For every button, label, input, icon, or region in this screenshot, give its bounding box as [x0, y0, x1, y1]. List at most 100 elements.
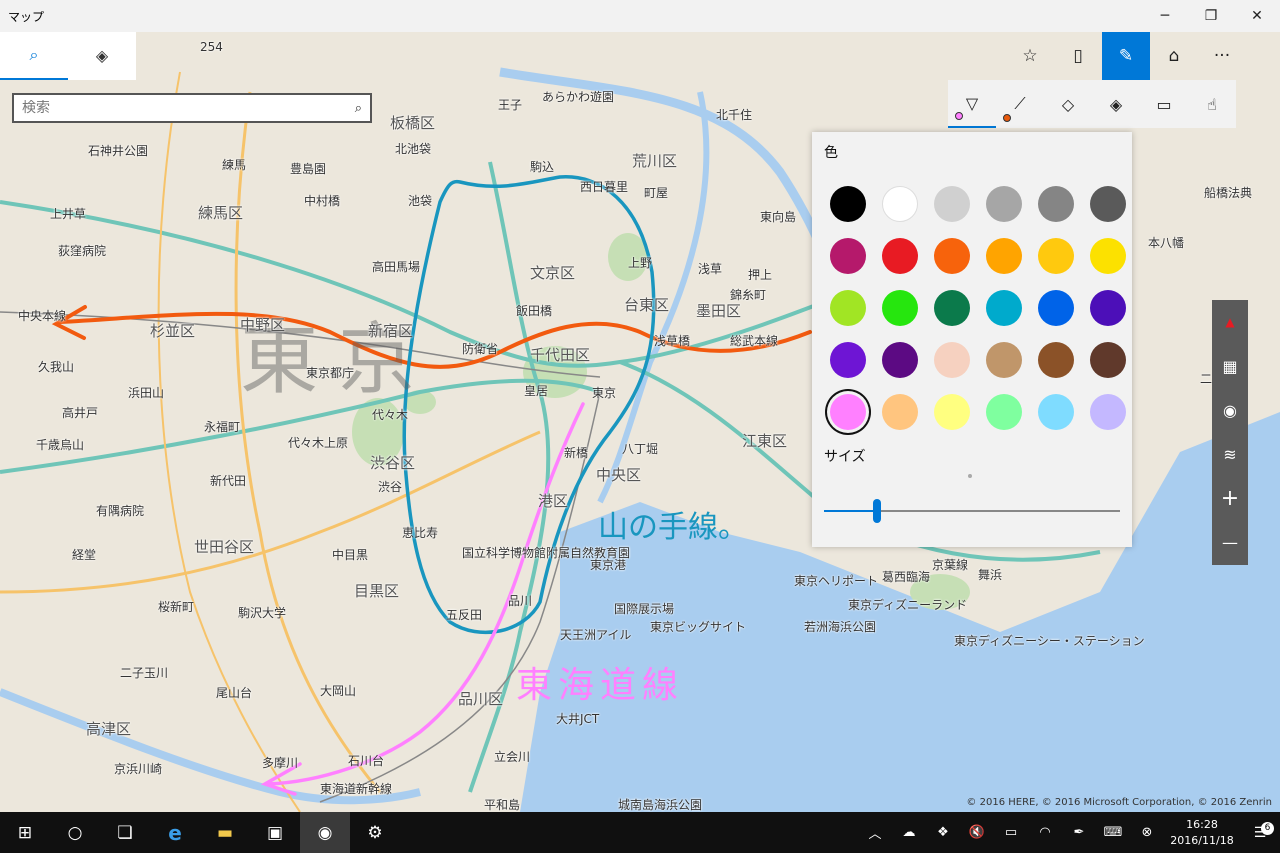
color-swatch[interactable]: [882, 394, 918, 430]
file-explorer-app[interactable]: ▬: [200, 812, 250, 853]
search-input[interactable]: [22, 100, 355, 116]
map-label: 東京: [592, 386, 617, 400]
color-swatch[interactable]: [934, 186, 970, 222]
volume-button[interactable]: 🔇: [960, 825, 994, 840]
size-preview-dot: [968, 474, 972, 478]
color-swatch[interactable]: [934, 394, 970, 430]
color-swatch[interactable]: [934, 290, 970, 326]
map-label: 上井草: [50, 207, 87, 221]
color-swatch[interactable]: [882, 238, 918, 274]
ballpoint-pen-button[interactable]: ▽: [948, 80, 996, 128]
start-button[interactable]: ⊞: [0, 812, 50, 853]
color-swatch[interactable]: [882, 290, 918, 326]
onedrive-button[interactable]: ☁: [892, 825, 926, 840]
3d-cities-button[interactable]: ⌂: [1150, 32, 1198, 80]
color-swatch[interactable]: [986, 342, 1022, 378]
line-color-dot: [1003, 114, 1011, 122]
map-label: 世田谷区: [194, 538, 255, 556]
action-center-button[interactable]: ☰ 6: [1240, 821, 1280, 841]
maps-app[interactable]: ◉: [300, 812, 350, 853]
network-button[interactable]: ◠: [1028, 825, 1062, 840]
color-swatch[interactable]: [1038, 186, 1074, 222]
traffic-button[interactable]: ▯: [1054, 32, 1102, 80]
settings-app[interactable]: ⚙: [350, 812, 400, 853]
color-swatch[interactable]: [934, 238, 970, 274]
line-pen-button[interactable]: ⟋: [996, 80, 1044, 128]
map-label: 京葉線: [932, 558, 969, 572]
cortana-icon: ○: [67, 822, 83, 843]
tab-search[interactable]: ⌕: [0, 32, 68, 80]
color-swatch[interactable]: [986, 290, 1022, 326]
edge-app[interactable]: e: [150, 812, 200, 853]
color-swatch[interactable]: [1090, 290, 1126, 326]
more-button[interactable]: ···: [1198, 32, 1246, 80]
pen-color-flyout: 色 サイズ: [812, 132, 1132, 547]
color-swatch[interactable]: [986, 186, 1022, 222]
edge-icon: e: [168, 820, 182, 845]
windows-ink-button[interactable]: ✒: [1062, 825, 1096, 840]
task-view-button[interactable]: ❏: [100, 812, 150, 853]
store-app[interactable]: ▣: [250, 812, 300, 853]
location-icon: ◉: [1223, 400, 1237, 420]
show-location-button[interactable]: ◉: [1212, 388, 1248, 432]
compass-button[interactable]: ▲: [1212, 300, 1248, 344]
color-swatch[interactable]: [830, 186, 866, 222]
title-bar: マップ ─ ❐ ✕: [0, 0, 1280, 32]
search-icon[interactable]: ⌕: [355, 101, 362, 116]
tab-directions[interactable]: ◈: [68, 32, 136, 80]
map-label: 東京ビッグサイト: [650, 620, 747, 634]
color-swatch[interactable]: [882, 186, 918, 222]
minimize-button[interactable]: ─: [1142, 0, 1188, 32]
map-label: 国際展示場: [614, 602, 675, 616]
map-layers-button[interactable]: ≋: [1212, 432, 1248, 476]
color-swatch[interactable]: [1038, 394, 1074, 430]
color-swatch[interactable]: [830, 238, 866, 274]
color-swatch[interactable]: [882, 342, 918, 378]
aerial-view-button[interactable]: ▦: [1212, 344, 1248, 388]
color-swatch[interactable]: [830, 394, 866, 430]
zoom-out-button[interactable]: —: [1212, 520, 1248, 564]
show-hidden-icons-button[interactable]: ︿: [858, 823, 892, 842]
color-swatch[interactable]: [830, 290, 866, 326]
compass-icon: ▲: [1225, 315, 1235, 329]
color-swatch[interactable]: [934, 342, 970, 378]
ink-button[interactable]: ✎: [1102, 32, 1150, 80]
favorites-button[interactable]: ☆: [1006, 32, 1054, 80]
color-swatch[interactable]: [1090, 186, 1126, 222]
color-swatch[interactable]: [986, 394, 1022, 430]
search-box[interactable]: ⌕: [12, 93, 372, 123]
wifi-icon: ◠: [1039, 825, 1051, 840]
star-icon: ☆: [1022, 46, 1038, 66]
map-label: 新橋: [564, 446, 589, 460]
color-swatch[interactable]: [1090, 342, 1126, 378]
touch-keyboard-button[interactable]: ⌨: [1096, 825, 1130, 840]
touch-writing-button[interactable]: ☝: [1188, 80, 1236, 128]
size-slider[interactable]: [824, 499, 1120, 523]
color-swatch[interactable]: [1038, 342, 1074, 378]
map-label: 錦糸町: [730, 288, 767, 302]
restore-button[interactable]: ❐: [1188, 0, 1234, 32]
dropbox-button[interactable]: ❖: [926, 825, 960, 840]
map-label: 葛西臨海: [882, 570, 931, 584]
window-title: マップ: [8, 9, 45, 24]
close-button[interactable]: ✕: [1234, 0, 1280, 32]
color-swatch[interactable]: [986, 238, 1022, 274]
color-swatch[interactable]: [1038, 238, 1074, 274]
map-label: 多摩川: [262, 756, 299, 770]
color-swatch[interactable]: [1090, 394, 1126, 430]
eraser-button[interactable]: ◇: [1044, 80, 1092, 128]
map-label: 天王洲アイル: [560, 628, 632, 642]
color-swatch[interactable]: [1090, 238, 1126, 274]
zoom-in-button[interactable]: +: [1212, 476, 1248, 520]
map-label: 尾山台: [216, 686, 253, 700]
clock[interactable]: 16:28 2016/11/18: [1164, 817, 1240, 849]
ink-directions-button[interactable]: ◈: [1092, 80, 1140, 128]
battery-button[interactable]: ▭: [994, 825, 1028, 840]
cortana-button[interactable]: ○: [50, 812, 100, 853]
color-swatch[interactable]: [1038, 290, 1074, 326]
ime-button[interactable]: ⊗: [1130, 825, 1164, 840]
map-label: 新代田: [210, 474, 247, 488]
ruler-button[interactable]: ▭: [1140, 80, 1188, 128]
size-slider-thumb[interactable]: [873, 499, 882, 523]
color-swatch[interactable]: [830, 342, 866, 378]
